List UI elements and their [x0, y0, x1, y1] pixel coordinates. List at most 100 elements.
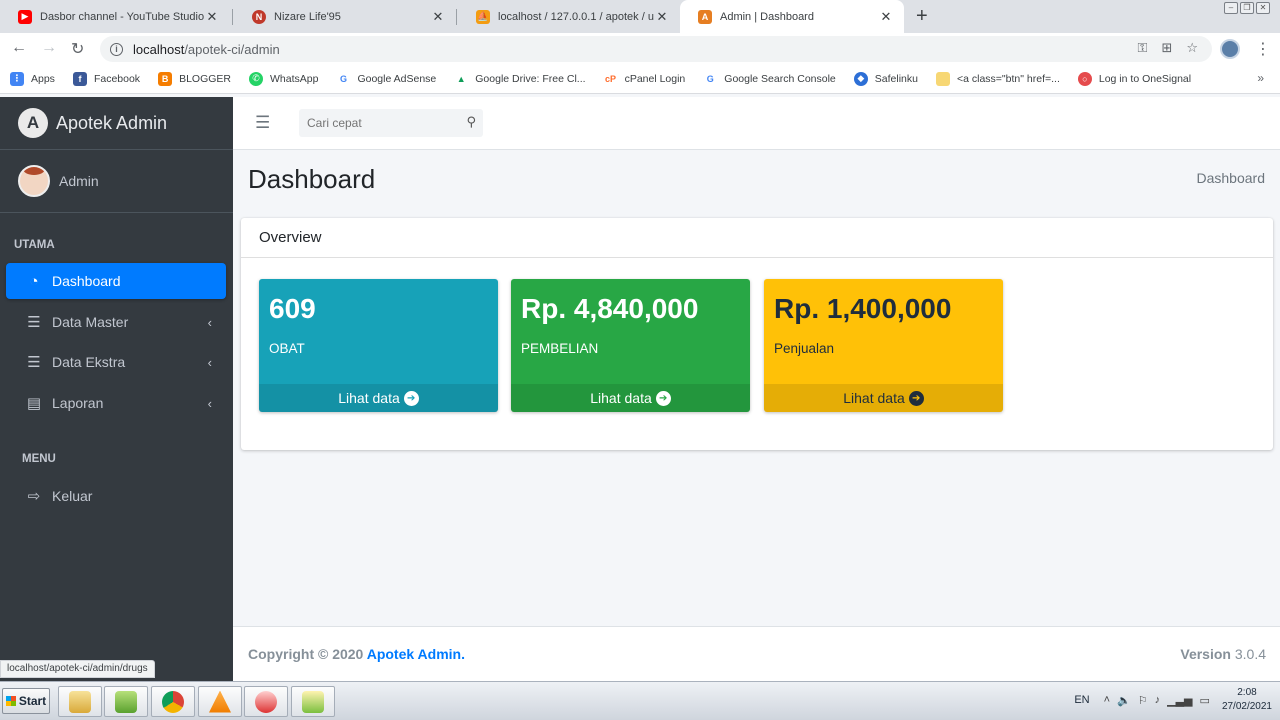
bookmark-label: Google Search Console [724, 72, 836, 85]
power-icon[interactable]: ▭ [1200, 694, 1210, 707]
more-bookmarks-icon[interactable]: » [1257, 71, 1264, 85]
blogger-icon: B [158, 71, 173, 86]
cpanel-icon: cP [603, 71, 618, 86]
user-panel[interactable]: Admin [0, 150, 233, 213]
close-tab-icon[interactable]: ✕ [204, 9, 220, 25]
arrow-circle-right-icon: ➔ [655, 390, 671, 406]
bookmark-google-drive[interactable]: ▲ Google Drive: Free Cl... [454, 71, 586, 86]
lihat-data-link[interactable]: Lihat data ➔ [259, 384, 498, 412]
vlc-icon [209, 690, 231, 713]
stat-box-penjualan: Rp. 1,400,000 Penjualan Lihat data ➔ [764, 279, 1003, 412]
bookmark-safelinku[interactable]: ◆ Safelinku [853, 71, 918, 86]
stat-value: Rp. 4,840,000 [521, 293, 699, 324]
bookmark-facebook[interactable]: f Facebook [72, 71, 140, 86]
stat-label: PEMBELIAN [521, 341, 599, 356]
back-arrow-icon[interactable]: ← [11, 39, 27, 57]
language-indicator[interactable]: EN [1074, 694, 1089, 706]
bookmark-google-search-console[interactable]: G Google Search Console [703, 71, 836, 86]
new-tab-button[interactable]: + [916, 5, 928, 28]
status-bar-url: localhost/apotek-ci/admin/drugs [0, 660, 155, 678]
folder-icon [69, 690, 91, 713]
search-icon[interactable]: ⚲ [466, 114, 476, 130]
translate-icon[interactable]: ⊞ [1161, 40, 1172, 56]
browser-tab-strip: ▶ Dasbor channel - YouTube Studio ✕ N Ni… [0, 0, 1280, 33]
start-button[interactable]: Start [2, 688, 50, 714]
phpmyadmin-icon: ⛵ [476, 9, 490, 24]
bookmark-label: <a class="btn" href=... [956, 72, 1060, 85]
profile-avatar[interactable] [1220, 39, 1240, 59]
tab-divider [232, 9, 233, 25]
bookmark-whatsapp[interactable]: ✆ WhatsApp [249, 71, 318, 86]
browser-tab-phpmyadmin[interactable]: ⛵ localhost / 127.0.0.1 / apotek / user … [458, 0, 680, 33]
bookmark-label: BLOGGER [179, 72, 231, 85]
sidebar-item-dashboard[interactable]: ◔ Dashboard [6, 263, 226, 299]
sign-out-icon: ⇨ [27, 488, 41, 505]
nav-header-menu: MENU [22, 453, 56, 465]
address-bar[interactable]: i localhost/apotek-ci/admin ⚿ ⊞ ☆ [100, 36, 1212, 62]
bookmark-blogger[interactable]: B BLOGGER [158, 71, 231, 86]
bookmark-google-adsense[interactable]: G Google AdSense [336, 71, 437, 86]
lihat-data-link[interactable]: Lihat data ➔ [764, 384, 1003, 412]
bookmarks-bar: ⋮ Apps f Facebook B BLOGGER ✆ WhatsApp G Goog… [0, 64, 1280, 94]
show-hidden-icons-icon[interactable]: ˄ [1104, 694, 1110, 707]
sidebar-item-data-ekstra[interactable]: ☰ Data Ekstra ‹ [6, 344, 226, 380]
search-input[interactable] [299, 110, 449, 136]
bookmark-apps[interactable]: ⋮ Apps [10, 71, 55, 86]
close-tab-icon[interactable]: ✕ [430, 9, 446, 25]
forward-arrow-icon[interactable]: → [41, 39, 57, 57]
brand-link[interactable]: A Apotek Admin [0, 97, 233, 150]
maximize-button[interactable]: ❐ [1240, 2, 1254, 14]
snipping-tool-taskbar-button[interactable] [244, 686, 288, 717]
version-label: Version [1180, 646, 1231, 662]
sound-muted-icon[interactable]: ♪ [1155, 694, 1161, 707]
volume-icon[interactable]: 🔈 [1117, 694, 1131, 707]
close-tab-icon[interactable]: ✕ [878, 9, 894, 25]
notepad-plus-icon [115, 690, 137, 713]
main-sidebar: A Apotek Admin Admin UTAMA ◔ Dashboard ☰… [0, 97, 233, 681]
recorder-taskbar-button[interactable] [291, 686, 335, 717]
signal-icon[interactable]: ▁▃▅ [1167, 694, 1192, 707]
bookmark-star-icon[interactable]: ☆ [1186, 40, 1198, 56]
browser-tab-nizare-life[interactable]: N Nizare Life'95 ✕ [234, 0, 456, 33]
site-info-icon[interactable]: i [110, 42, 123, 56]
browser-menu-icon[interactable]: ⋮ [1255, 39, 1271, 59]
stat-label: Penjualan [774, 341, 835, 356]
copyright-brand-link[interactable]: Apotek Admin. [367, 646, 465, 662]
sidebar-item-data-master[interactable]: ☰ Data Master ‹ [6, 304, 226, 340]
browser-tab-youtube-studio[interactable]: ▶ Dasbor channel - YouTube Studio ✕ [0, 0, 230, 33]
system-clock[interactable]: 2:08 27/02/2021 [1222, 686, 1272, 714]
file-explorer-taskbar-button[interactable] [58, 686, 102, 717]
hamburger-menu-icon[interactable]: ☰ [255, 113, 270, 133]
bookmark-label: Google AdSense [357, 72, 437, 85]
close-window-button[interactable]: ✕ [1256, 2, 1270, 14]
network-icon[interactable]: ⚐ [1138, 694, 1148, 707]
bookmark-cpanel[interactable]: cP cPanel Login [603, 71, 685, 86]
link-label: Lihat data [590, 390, 652, 406]
breadcrumb: Dashboard [1196, 170, 1266, 186]
vlc-taskbar-button[interactable] [198, 686, 242, 717]
tachometer-icon: ◔ [29, 272, 39, 290]
google-icon: G [336, 71, 351, 86]
key-icon[interactable]: ⚿ [1138, 40, 1148, 56]
bookmark-onesignal[interactable]: ○ Log in to OneSignal [1077, 71, 1191, 86]
card-title: Overview [241, 218, 1273, 258]
close-tab-icon[interactable]: ✕ [654, 9, 670, 25]
minimize-button[interactable]: – [1224, 2, 1238, 14]
sidebar-item-label: Keluar [52, 488, 93, 504]
chrome-taskbar-button[interactable] [151, 686, 195, 717]
lihat-data-link[interactable]: Lihat data ➔ [511, 384, 750, 412]
reload-icon[interactable]: ↻ [71, 39, 84, 59]
notepad-plus-taskbar-button[interactable] [104, 686, 148, 717]
sidebar-item-keluar[interactable]: ⇨ Keluar [6, 478, 226, 514]
bookmark-a-class-btn[interactable]: <a class="btn" href=... [935, 71, 1060, 86]
copyright-text: Copyright © 2020 [248, 646, 364, 662]
user-name: Admin [59, 173, 99, 189]
chevron-left-icon: ‹ [207, 314, 212, 330]
chrome-icon [162, 690, 184, 713]
sidebar-item-laporan[interactable]: ▤ Laporan ‹ [6, 385, 226, 421]
browser-tab-admin-dashboard[interactable]: A Admin | Dashboard ✕ [680, 0, 904, 33]
arrow-circle-right-icon: ➔ [908, 390, 924, 406]
version-number: 3.0.4 [1234, 646, 1266, 662]
database-icon: ☰ [27, 314, 41, 331]
address-bar-actions: ⚿ ⊞ ☆ [1138, 40, 1198, 56]
